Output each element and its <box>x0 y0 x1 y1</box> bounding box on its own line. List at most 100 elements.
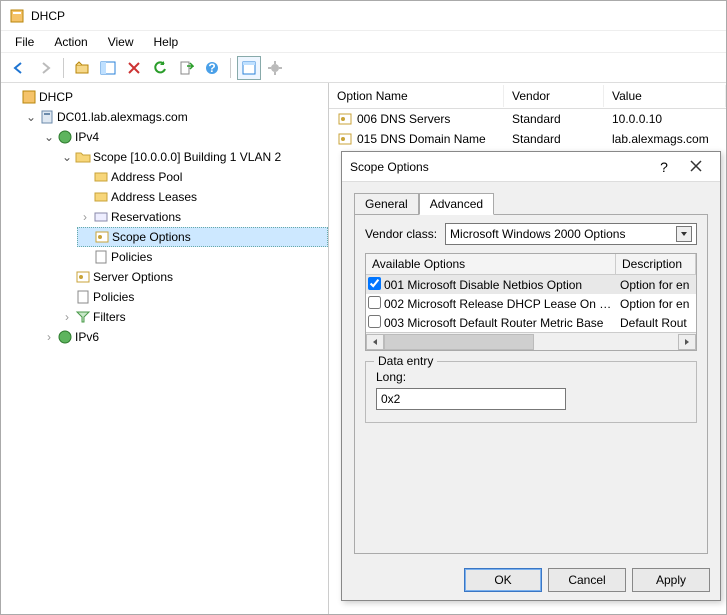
ok-button[interactable]: OK <box>464 568 542 592</box>
tree-scope[interactable]: ⌄ Scope [10.0.0.0] Building 1 VLAN 2 <box>59 147 328 167</box>
option-row[interactable]: 001 Microsoft Disable Netbios Option Opt… <box>366 275 696 294</box>
tree-ipv6[interactable]: › IPv6 <box>41 327 328 347</box>
dialog-tabs: General Advanced <box>354 192 708 215</box>
window-titlebar: DHCP <box>1 1 726 31</box>
forward-button[interactable] <box>33 56 57 80</box>
tree-pane[interactable]: ▸ DHCP ⌄ DC01.lab.alexmags.com <box>1 83 329 614</box>
tree-scope-label: Scope [10.0.0.0] Building 1 VLAN 2 <box>93 150 281 164</box>
up-button[interactable] <box>70 56 94 80</box>
option-row[interactable]: 003 Microsoft Default Router Metric Base… <box>366 313 696 332</box>
export-button[interactable] <box>174 56 198 80</box>
horizontal-scrollbar[interactable] <box>366 332 696 350</box>
list-cell-name: 015 DNS Domain Name <box>357 132 486 146</box>
options-header-desc[interactable]: Description <box>616 254 696 274</box>
help-button[interactable]: ? <box>200 56 224 80</box>
list-cell-value: lab.alexmags.com <box>604 131 726 147</box>
expand-icon[interactable]: ⌄ <box>43 131 55 143</box>
tree-scope-options[interactable]: ▸Scope Options <box>77 227 328 247</box>
scroll-left-icon[interactable] <box>366 334 384 350</box>
menu-file[interactable]: File <box>7 33 42 51</box>
tree-address-leases[interactable]: ▸Address Leases <box>77 187 328 207</box>
menu-help[interactable]: Help <box>146 33 187 51</box>
dialog-close-button[interactable] <box>680 159 712 175</box>
scope-options-dialog: Scope Options ? General Advanced Vendor … <box>341 151 721 601</box>
server-icon <box>39 109 55 125</box>
show-hide-tree-button[interactable] <box>96 56 120 80</box>
tree-server-options[interactable]: ▸Server Options <box>59 267 328 287</box>
tree-server[interactable]: ⌄ DC01.lab.alexmags.com <box>23 107 328 127</box>
menu-view[interactable]: View <box>100 33 142 51</box>
long-input[interactable] <box>376 388 566 410</box>
toolbar-divider-2 <box>230 58 231 78</box>
tree-ipv4[interactable]: ⌄ IPv4 <box>41 127 328 147</box>
apply-button[interactable]: Apply <box>632 568 710 592</box>
tree-item-label: Reservations <box>111 210 181 224</box>
list-header[interactable]: Option Name Vendor Value <box>329 83 726 109</box>
dialog-help-button[interactable]: ? <box>648 159 680 175</box>
leases-icon <box>93 189 109 205</box>
tree-reservations[interactable]: › Reservations <box>77 207 328 227</box>
option-desc: Option for en <box>616 297 696 311</box>
vendor-class-combo[interactable]: Microsoft Windows 2000 Options <box>445 223 697 245</box>
dialog-title: Scope Options <box>350 160 429 174</box>
option-row[interactable]: 002 Microsoft Release DHCP Lease On Shut… <box>366 294 696 313</box>
list-row[interactable]: 006 DNS Servers Standard 10.0.0.10 <box>329 109 726 129</box>
expand-icon[interactable]: ⌄ <box>61 151 73 163</box>
list-header-vendor[interactable]: Vendor <box>504 85 604 107</box>
tree-item-label: IPv6 <box>75 330 99 344</box>
expand-icon[interactable]: › <box>79 211 91 223</box>
scroll-thumb[interactable] <box>384 334 534 350</box>
configure-button[interactable] <box>263 56 287 80</box>
list-header-name[interactable]: Option Name <box>329 85 504 107</box>
tree-server-label: DC01.lab.alexmags.com <box>57 110 188 124</box>
option-checkbox[interactable] <box>368 277 381 290</box>
option-name: 002 Microsoft Release DHCP Lease On Shut… <box>382 297 616 311</box>
expand-icon[interactable]: ⌄ <box>25 111 37 123</box>
menu-action[interactable]: Action <box>46 33 95 51</box>
dhcp-icon <box>21 89 37 105</box>
options-header-name[interactable]: Available Options <box>366 254 616 274</box>
tree-address-pool[interactable]: ▸Address Pool <box>77 167 328 187</box>
long-label: Long: <box>376 370 686 384</box>
scroll-track[interactable] <box>384 334 678 350</box>
scroll-right-icon[interactable] <box>678 334 696 350</box>
tab-advanced[interactable]: Advanced <box>419 193 494 215</box>
refresh-button[interactable] <box>148 56 172 80</box>
tree-filters[interactable]: ›Filters <box>59 307 328 327</box>
delete-button[interactable] <box>122 56 146 80</box>
vendor-class-value: Microsoft Windows 2000 Options <box>450 227 625 241</box>
option-checkbox[interactable] <box>368 315 381 328</box>
cancel-button[interactable]: Cancel <box>548 568 626 592</box>
toolbar-divider <box>63 58 64 78</box>
tree-item-label: Policies <box>93 290 134 304</box>
tree-item-label: Policies <box>111 250 152 264</box>
data-entry-label: Data entry <box>374 354 437 368</box>
pool-icon <box>93 169 109 185</box>
dialog-titlebar[interactable]: Scope Options ? <box>342 152 720 182</box>
tree-policies[interactable]: ▸Policies <box>59 287 328 307</box>
server-options-icon <box>75 269 91 285</box>
list-row[interactable]: 015 DNS Domain Name Standard lab.alexmag… <box>329 129 726 149</box>
properties-button[interactable] <box>237 56 261 80</box>
tab-general[interactable]: General <box>354 193 419 215</box>
options-header[interactable]: Available Options Description <box>366 254 696 275</box>
option-desc: Default Rout <box>616 316 696 330</box>
window-title: DHCP <box>31 9 65 23</box>
tree-root-dhcp[interactable]: ▸ DHCP <box>5 87 328 107</box>
back-button[interactable] <box>7 56 31 80</box>
list-cell-vendor: Standard <box>504 111 604 127</box>
tree-ipv4-label: IPv4 <box>75 130 99 144</box>
policies-icon <box>93 249 109 265</box>
ipv4-icon <box>57 129 73 145</box>
folder-icon <box>75 149 91 165</box>
option-icon <box>337 111 353 127</box>
chevron-down-icon[interactable] <box>676 226 692 242</box>
tree-scope-policies[interactable]: ▸Policies <box>77 247 328 267</box>
filters-icon <box>75 309 91 325</box>
expand-icon[interactable]: › <box>43 331 55 343</box>
expand-icon[interactable]: › <box>61 311 73 323</box>
policies-icon <box>75 289 91 305</box>
dialog-button-row: OK Cancel Apply <box>464 568 710 592</box>
list-header-value[interactable]: Value <box>604 85 726 107</box>
option-checkbox[interactable] <box>368 296 381 309</box>
